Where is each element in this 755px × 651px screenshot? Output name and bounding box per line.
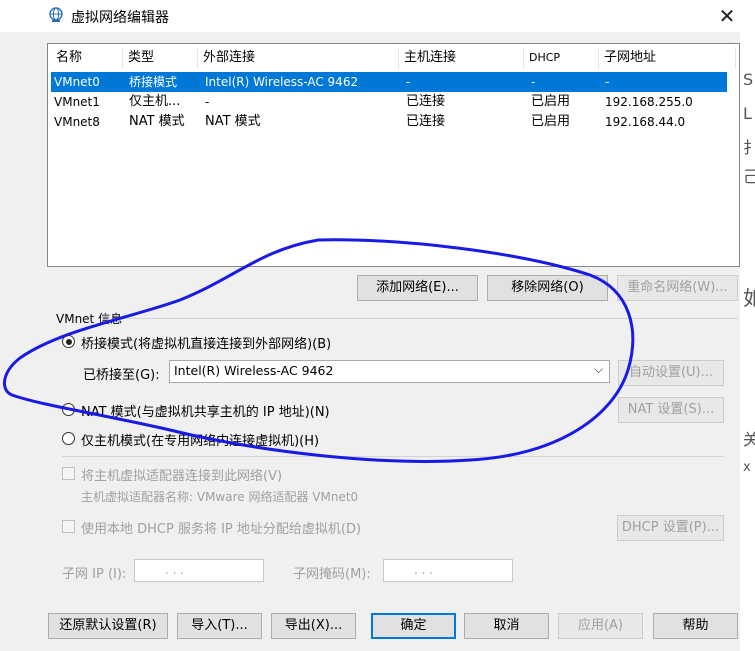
annotation-loop — [3, 238, 635, 463]
